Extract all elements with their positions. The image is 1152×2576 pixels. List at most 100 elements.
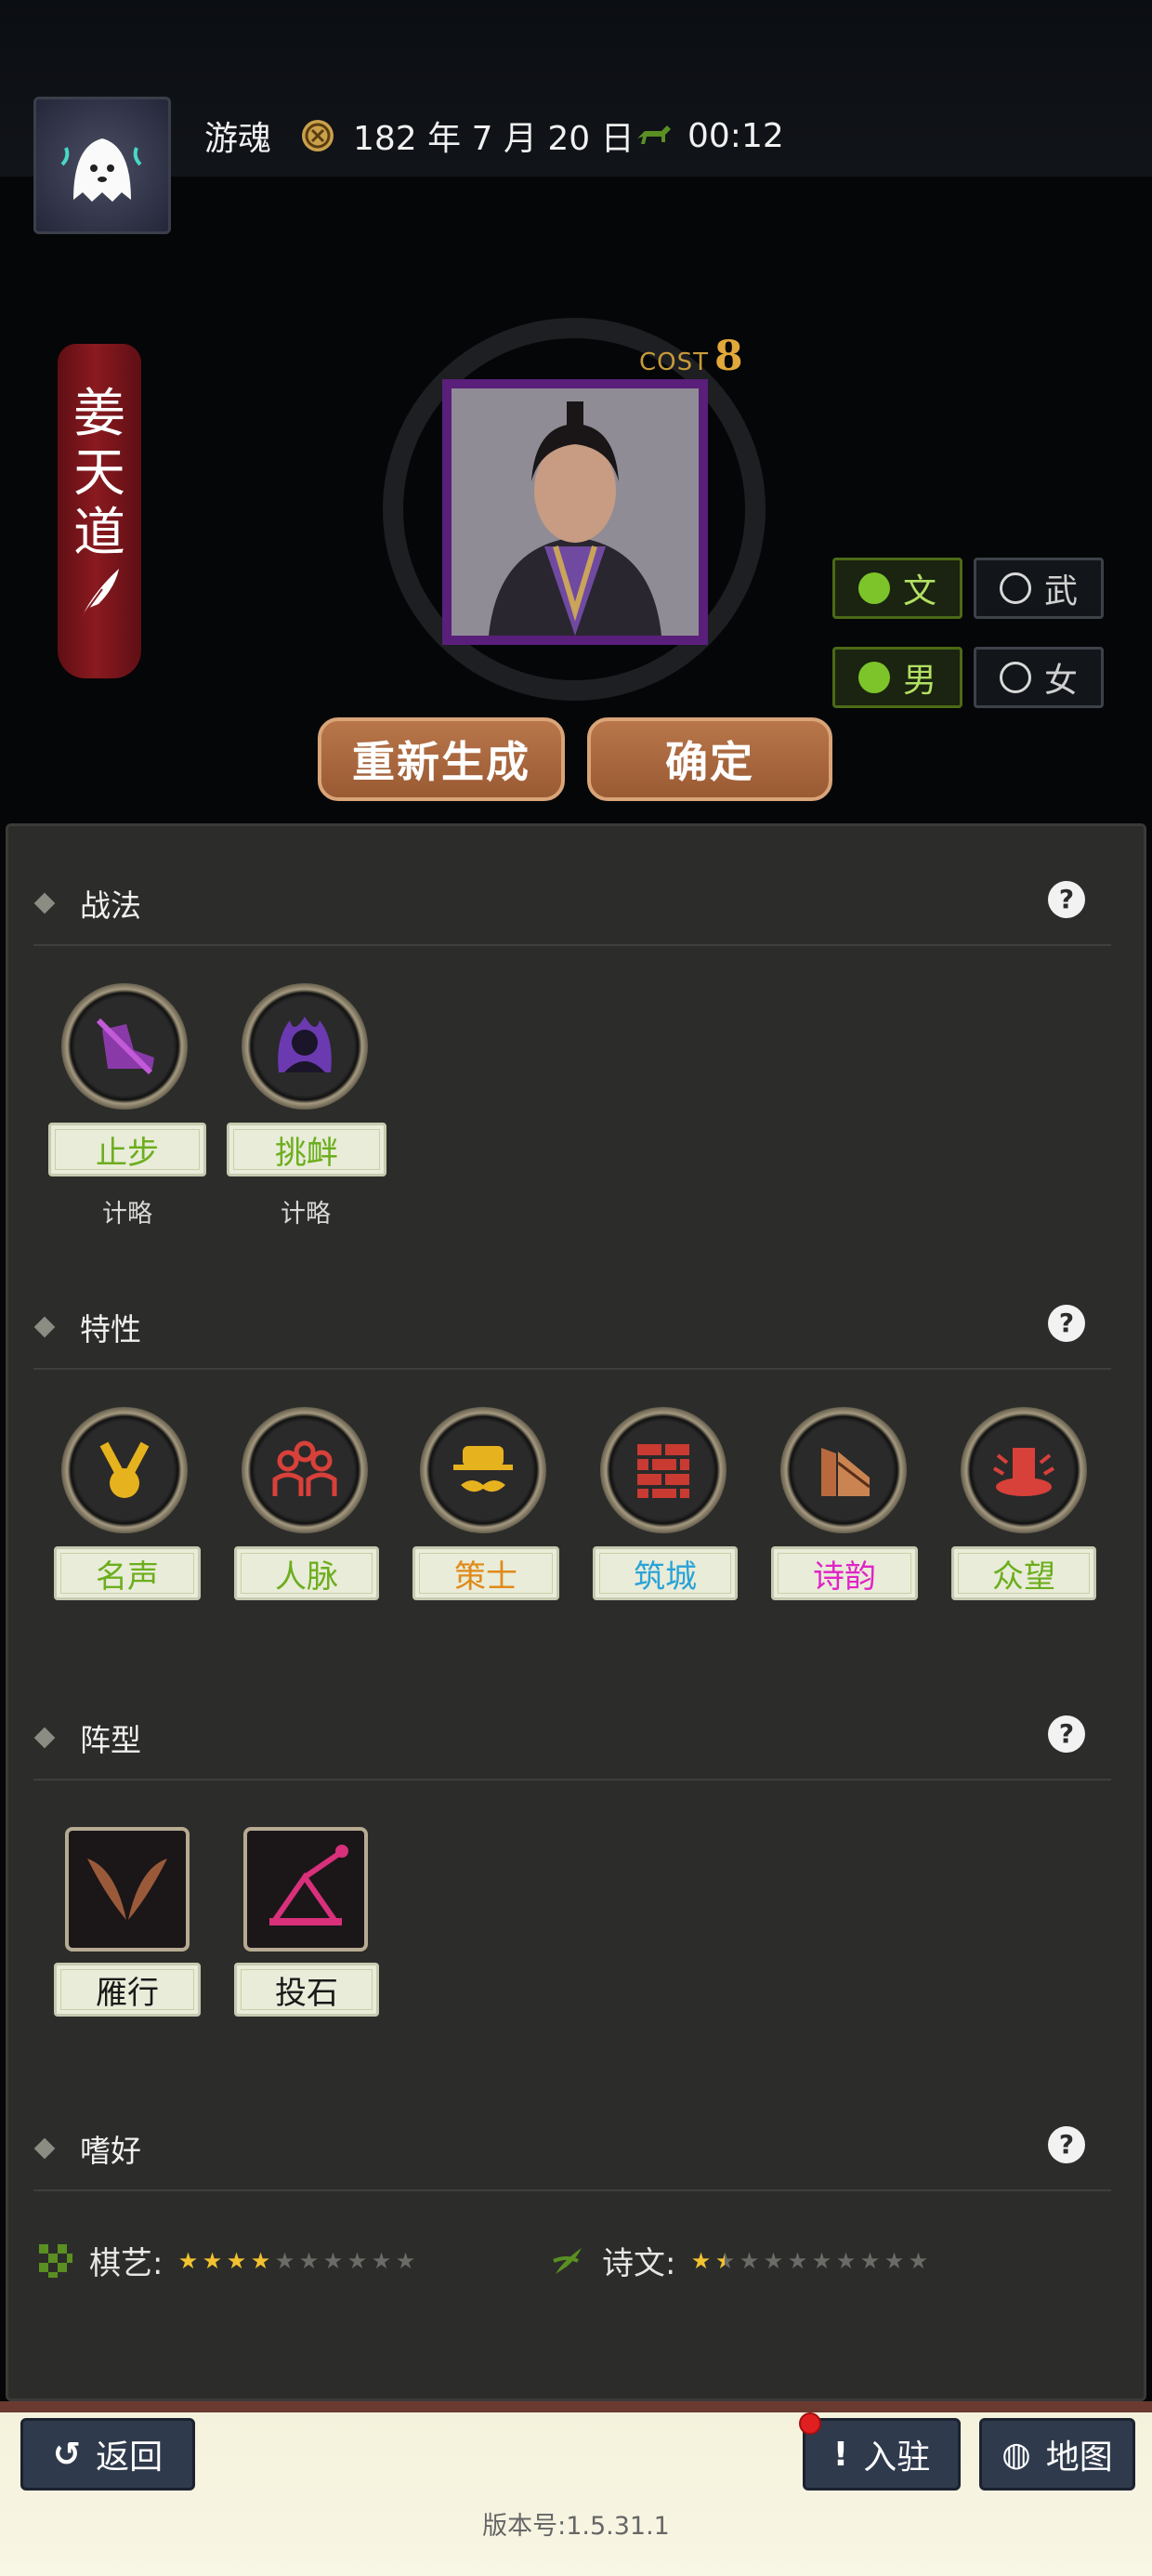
cost-indicator: COST 8: [639, 333, 744, 380]
diamond-bullet-icon: [33, 1316, 56, 1338]
formation-help-icon[interactable]: ?: [1048, 1715, 1085, 1753]
station-label: 入驻: [863, 2438, 931, 2477]
option-military-label: 武: [1043, 572, 1078, 611]
checked-icon: [857, 662, 890, 693]
hobby-chess-label: 棋艺:: [89, 2245, 164, 2282]
rating-star-icon: ★: [835, 2247, 857, 2274]
checked-icon: [857, 572, 890, 604]
chess-board-icon: [39, 2243, 72, 2278]
scroll-icon[interactable]: [780, 1407, 907, 1533]
hobbies-section-title: 嗜好: [33, 2126, 141, 2171]
rating-star-icon: ★: [202, 2247, 223, 2274]
map-button[interactable]: ◍ 地图: [979, 2418, 1135, 2491]
feather-edit-icon[interactable]: [74, 565, 124, 621]
boot-icon[interactable]: [61, 983, 188, 1110]
option-civil[interactable]: 文: [832, 558, 962, 619]
confirm-label: 确定: [665, 737, 754, 787]
rating-star-icon: ★: [763, 2247, 784, 2274]
cost-value: 8: [714, 333, 744, 380]
unchecked-icon: [999, 572, 1031, 604]
option-female-label: 女: [1043, 662, 1078, 700]
option-military[interactable]: 武: [974, 558, 1104, 619]
divider: [33, 1368, 1111, 1370]
option-civil-label: 文: [902, 572, 936, 611]
tactics-section-title: 战法: [33, 881, 141, 926]
exclamation-icon: !: [832, 2435, 849, 2474]
hobby-poetry-rating: ★ ★ ★ ★ ★ ★ ★ ★ ★ ★: [688, 2248, 930, 2274]
diamond-bullet-icon: [33, 2137, 56, 2160]
rating-star-icon: ★: [884, 2247, 905, 2274]
brush-icon: [553, 2247, 582, 2274]
map-label: 地图: [1045, 2438, 1113, 2477]
hero-portrait: [442, 379, 708, 645]
wings-icon[interactable]: [65, 1827, 190, 1952]
catapult-icon[interactable]: [243, 1827, 368, 1952]
rating-star-icon: ★: [371, 2247, 392, 2274]
cost-label: COST: [639, 348, 710, 376]
back-button[interactable]: ↺ 返回: [20, 2418, 195, 2491]
regenerate-button[interactable]: 重新生成: [318, 717, 565, 801]
traits-section-title: 特性: [33, 1305, 141, 1349]
diamond-bullet-icon: [33, 1727, 56, 1749]
trait-tag-4[interactable]: 筑城: [593, 1546, 738, 1600]
rating-star-icon: ★: [908, 2247, 929, 2274]
option-male-label: 男: [902, 662, 936, 700]
divider: [33, 2189, 1111, 2191]
horse-icon: [634, 110, 673, 162]
back-arrow-icon: ↺: [52, 2435, 82, 2474]
diamond-bullet-icon: [33, 892, 56, 914]
traits-help-icon[interactable]: ?: [1048, 1305, 1085, 1342]
formation-tag-1[interactable]: 雁行: [54, 1963, 201, 2017]
hero-figure-icon: [452, 388, 699, 636]
station-button[interactable]: ! 入驻: [803, 2418, 961, 2491]
rating-star-icon: ★: [395, 2247, 416, 2274]
brick-wall-icon[interactable]: [600, 1407, 727, 1533]
tactic-type-2: 计略: [281, 1200, 331, 1229]
confirm-button[interactable]: 确定: [587, 717, 832, 801]
medal-icon[interactable]: [61, 1407, 188, 1533]
flame-figure-icon[interactable]: [242, 983, 368, 1110]
people-icon[interactable]: [242, 1407, 368, 1533]
hobby-poetry-label: 诗文:: [602, 2245, 676, 2282]
back-label: 返回: [96, 2438, 164, 2477]
notification-dot: [799, 2412, 821, 2435]
hobbies-help-icon[interactable]: ?: [1048, 2126, 1085, 2163]
podium-icon[interactable]: [961, 1407, 1087, 1533]
rating-star-icon: ★: [739, 2247, 760, 2274]
player-name: 游魂: [204, 120, 272, 158]
hobby-chess: 棋艺: ★ ★ ★ ★ ★ ★ ★ ★ ★ ★: [37, 2238, 417, 2283]
rating-star-icon: ★: [787, 2247, 808, 2274]
trait-tag-6[interactable]: 众望: [951, 1546, 1096, 1600]
trait-tag-1[interactable]: 名声: [54, 1546, 201, 1600]
regenerate-label: 重新生成: [352, 737, 530, 787]
formation-tag-2[interactable]: 投石: [234, 1963, 379, 2017]
divider: [33, 944, 1111, 946]
trait-tag-5[interactable]: 诗韵: [771, 1546, 918, 1600]
hero-name-char-3: 道: [73, 503, 125, 563]
ghost-avatar-icon: [60, 138, 142, 202]
trait-tag-2[interactable]: 人脉: [234, 1546, 379, 1600]
rating-star-icon: ★: [347, 2247, 368, 2274]
option-male[interactable]: 男: [832, 647, 962, 708]
globe-icon: ◍: [1001, 2435, 1031, 2474]
rating-star-icon: ★: [690, 2247, 712, 2274]
rating-star-icon: ★: [250, 2247, 271, 2274]
divider: [33, 1779, 1111, 1781]
rating-star-icon: ★: [859, 2247, 881, 2274]
rating-star-icon: ★: [298, 2247, 320, 2274]
formation-section-title: 阵型: [33, 1715, 141, 1760]
tactic-tag-1[interactable]: 止步: [48, 1123, 206, 1176]
trait-tag-3[interactable]: 策士: [412, 1546, 559, 1600]
game-date: 182 年 7 月 20 日: [353, 120, 635, 158]
tactic-type-1: 计略: [102, 1200, 152, 1229]
tactic-tag-2[interactable]: 挑衅: [227, 1123, 386, 1176]
rating-star-icon: ★: [713, 2248, 737, 2274]
tactics-help-icon[interactable]: ?: [1048, 881, 1085, 918]
strategist-icon[interactable]: [420, 1407, 546, 1533]
rating-star-icon: ★: [322, 2247, 344, 2274]
game-time: 00:12: [687, 116, 784, 155]
option-female[interactable]: 女: [974, 647, 1104, 708]
rating-star-icon: ★: [177, 2247, 199, 2274]
hobby-poetry: 诗文: ★ ★ ★ ★ ★ ★ ★ ★ ★ ★: [550, 2238, 930, 2283]
player-avatar[interactable]: [33, 97, 171, 234]
